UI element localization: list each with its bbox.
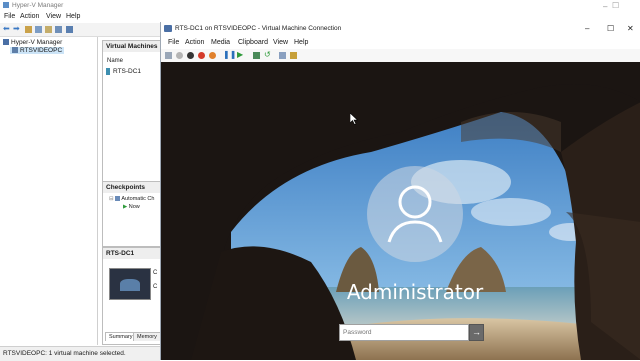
hyperv-tree: Hyper-V Manager RTSVIDEOPC <box>0 37 98 345</box>
hyperv-node-icon <box>3 39 9 46</box>
hyperv-maximize-button[interactable]: ☐ <box>612 1 619 10</box>
hyperv-logo-icon <box>3 2 9 8</box>
hyperv-minimize-button[interactable]: – <box>603 2 607 11</box>
checkpoint-icon <box>115 196 121 202</box>
help-panel-icon[interactable] <box>66 26 73 33</box>
save-state-icon[interactable] <box>209 52 216 59</box>
forward-arrow-icon[interactable]: ➡ <box>13 24 20 33</box>
detail-label-1: C <box>153 270 158 276</box>
vm-menu-action[interactable]: Action <box>185 39 204 46</box>
column-name-header[interactable]: Name <box>107 58 123 64</box>
vm-menu-view[interactable]: View <box>273 39 288 46</box>
hyperv-menu-help[interactable]: Help <box>66 13 80 20</box>
share-icon[interactable] <box>290 52 297 59</box>
checkpoint-now[interactable]: ▶ Now <box>123 204 140 210</box>
vm-icon <box>106 68 110 75</box>
vm-row[interactable]: RTS-DC1 <box>106 68 141 75</box>
user-silhouette-icon <box>387 185 443 243</box>
properties-icon[interactable] <box>45 26 52 33</box>
grid-icon[interactable] <box>55 26 62 33</box>
checkpoint-label: Automatic Ch <box>121 196 155 202</box>
mouse-pointer-icon <box>350 113 358 125</box>
hyperv-menu-action[interactable]: Action <box>20 13 39 20</box>
tab-summary[interactable]: Summary <box>105 332 137 341</box>
shutdown-icon[interactable] <box>198 52 205 59</box>
vm-connection-window: RTS-DC1 on RTSVIDEOPC - Virtual Machine … <box>160 22 640 360</box>
vm-connection-icon <box>164 25 172 32</box>
turn-off-icon[interactable] <box>187 52 194 59</box>
folder-icon[interactable] <box>25 26 32 33</box>
vm-connection-title: RTS-DC1 on RTSVIDEOPC - Virtual Machine … <box>175 25 342 32</box>
vm-screen[interactable]: Administrator → <box>161 62 640 360</box>
detail-label-2: C <box>153 284 158 290</box>
vm-connection-menubar: File Action Media Clipboard View Help <box>161 37 640 49</box>
revert-icon[interactable]: ↺ <box>264 50 271 59</box>
virtual-machines-panel: Virtual Machines Name RTS-DC1 <box>102 40 162 182</box>
reset-icon[interactable]: ▶ <box>237 50 244 59</box>
console-icon[interactable] <box>35 26 42 33</box>
password-field[interactable] <box>339 324 469 341</box>
lockscreen-username: Administrator <box>346 280 484 304</box>
checkpoint-item[interactable]: ⊟ Automatic Ch <box>109 196 154 202</box>
ctrl-alt-del-icon[interactable] <box>165 52 172 59</box>
vm-menu-clipboard[interactable]: Clipboard <box>238 39 268 46</box>
vm-menu-file[interactable]: File <box>168 39 179 46</box>
vm-detail-header: RTS-DC1 <box>103 248 161 259</box>
vm-menu-media[interactable]: Media <box>211 39 230 46</box>
hyperv-menu-view[interactable]: View <box>46 13 61 20</box>
checkpoint-toolbar-icon[interactable] <box>253 52 260 59</box>
enhanced-session-icon[interactable] <box>279 52 286 59</box>
virtual-machines-header: Virtual Machines <box>103 41 161 52</box>
vm-connection-toolbar: ❚❚ ▶ ↺ <box>161 49 640 63</box>
vm-minimize-button[interactable]: – <box>585 24 589 33</box>
hyperv-statusbar: RTSVIDEOPC: 1 virtual machine selected. <box>0 346 160 361</box>
hyperv-titlebar: Hyper-V Manager – <box>0 0 640 11</box>
tab-memory[interactable]: Memory <box>133 332 161 341</box>
pause-icon[interactable]: ❚❚ <box>223 50 236 59</box>
password-input[interactable] <box>340 325 468 340</box>
server-icon <box>12 47 18 54</box>
status-text: RTSVIDEOPC: 1 virtual machine selected. <box>3 350 126 357</box>
hyperv-menu-file[interactable]: File <box>4 13 15 20</box>
vm-detail-panel: RTS-DC1 C C Summary Memory <box>102 247 162 345</box>
thumbnail-preview <box>120 279 140 291</box>
back-arrow-icon[interactable]: ⬅ <box>3 24 10 33</box>
checkpoint-now-label: Now <box>128 204 140 210</box>
vm-menu-help[interactable]: Help <box>294 39 308 46</box>
hyperv-window-title: Hyper-V Manager <box>12 2 64 9</box>
checkpoints-header: Checkpoints <box>103 182 161 193</box>
tree-host-label: RTSVIDEOPC <box>20 47 63 54</box>
checkpoints-panel: Checkpoints ⊟ Automatic Ch ▶ Now <box>102 181 162 247</box>
tree-root[interactable]: Hyper-V Manager <box>3 39 62 46</box>
vm-connection-titlebar[interactable]: RTS-DC1 on RTSVIDEOPC - Virtual Machine … <box>161 22 640 36</box>
start-icon[interactable] <box>176 52 183 59</box>
vm-row-name: RTS-DC1 <box>113 68 142 76</box>
collapse-icon[interactable]: ⊟ <box>109 196 114 202</box>
submit-arrow-button[interactable]: → <box>469 324 484 341</box>
user-avatar-icon <box>367 166 463 262</box>
tree-host[interactable]: RTSVIDEOPC <box>10 47 65 54</box>
vm-thumbnail[interactable] <box>109 268 151 300</box>
vm-close-button[interactable]: ✕ <box>627 24 634 33</box>
hyperv-toolbar: ⬅ ➡ <box>0 23 160 37</box>
tree-root-label: Hyper-V Manager <box>11 39 63 46</box>
play-arrow-icon: ▶ <box>123 204 128 210</box>
vm-maximize-button[interactable]: ☐ <box>607 24 614 33</box>
